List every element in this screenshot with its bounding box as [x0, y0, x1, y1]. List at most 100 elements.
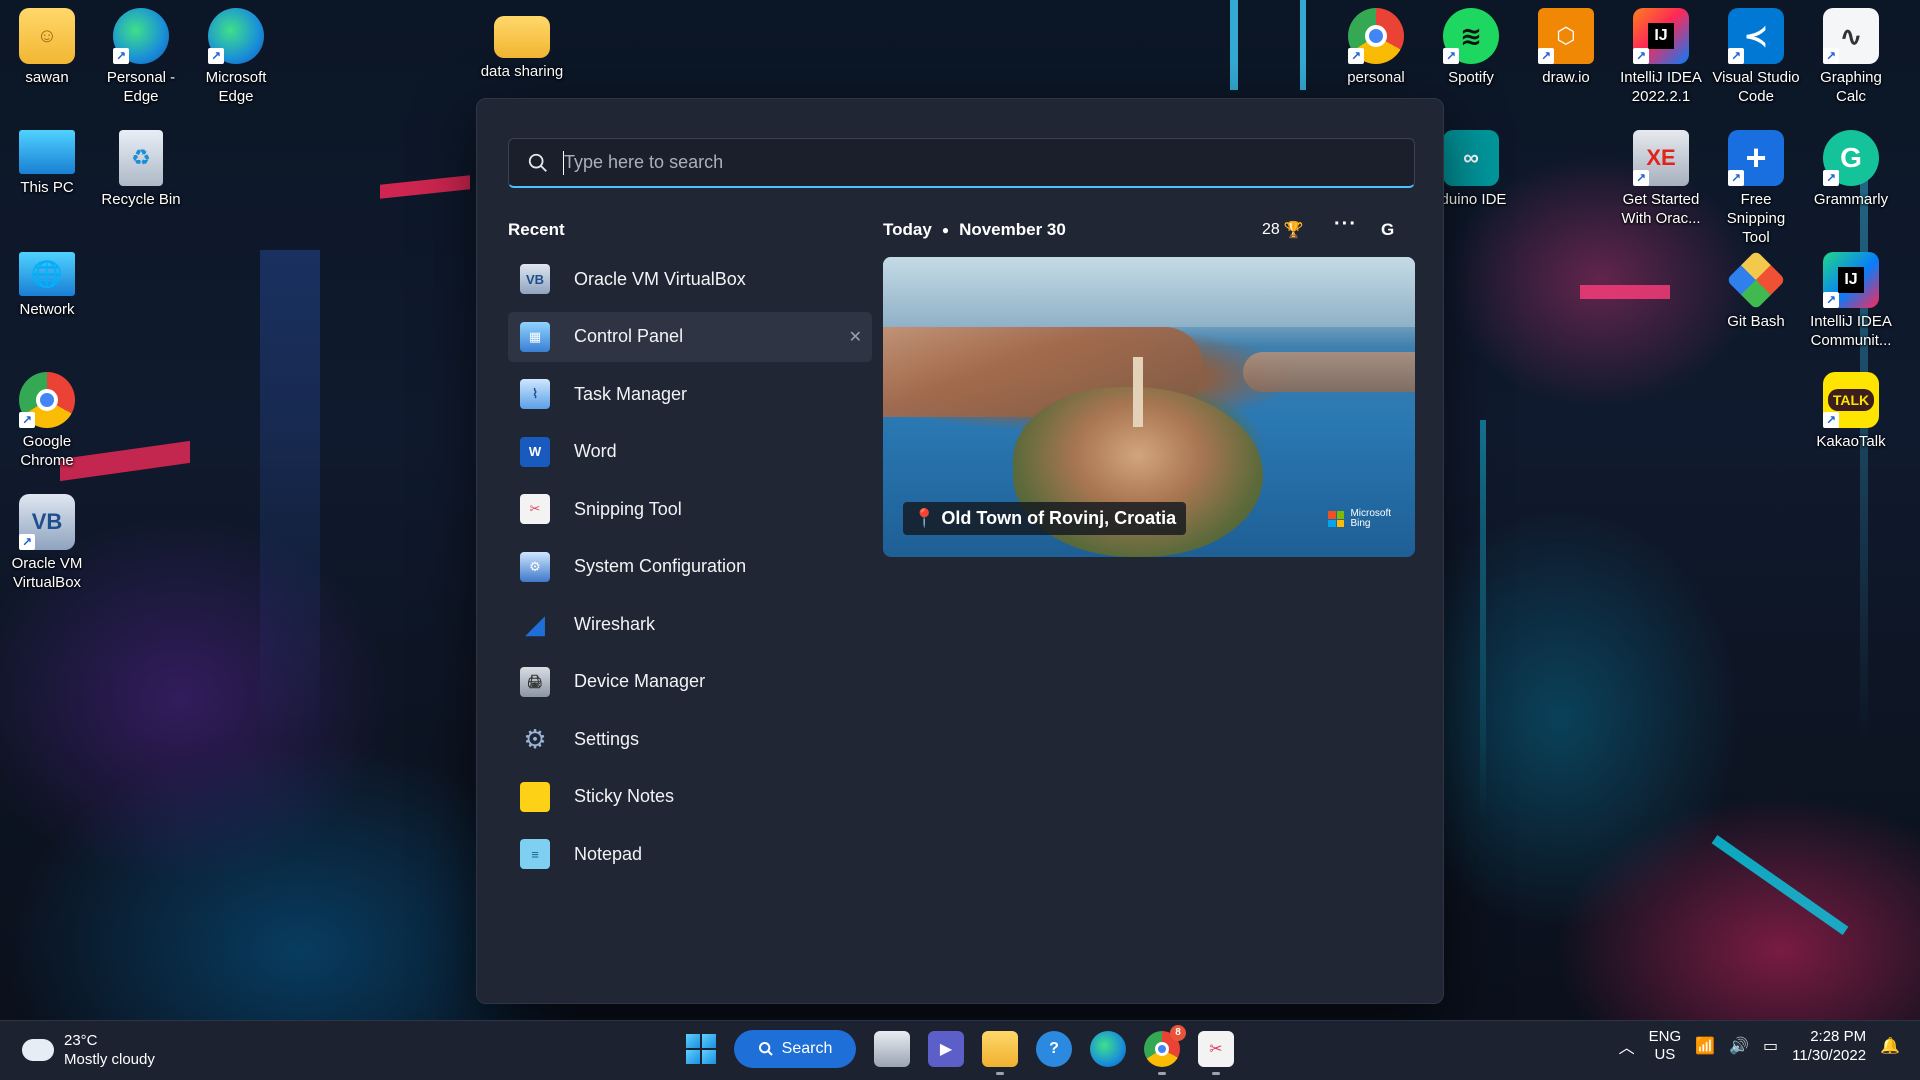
- account-button[interactable]: G: [1381, 220, 1394, 240]
- rewards-points[interactable]: 28 🏆: [1262, 220, 1304, 240]
- desktop-icon-kakaotalk[interactable]: TALK ↗ KakaoTalk: [1806, 372, 1896, 451]
- desktop-icon-graphing-calc[interactable]: ∿ ↗ Graphing Calc: [1806, 8, 1896, 106]
- search-box[interactable]: [508, 138, 1415, 188]
- microsoft-bing-logo: Microsoft Bing: [1328, 509, 1391, 529]
- chrome-icon[interactable]: 8: [1144, 1025, 1186, 1075]
- card-image-tower: [1133, 357, 1143, 427]
- desktop-icon-this-pc[interactable]: This PC: [2, 130, 92, 197]
- desktop-icon-intellij-2022[interactable]: IJ ↗ IntelliJ IDEA 2022.2.1: [1616, 8, 1706, 106]
- spotify-icon: ≋ ↗: [1443, 8, 1499, 64]
- search-input[interactable]: [564, 152, 1384, 173]
- grammarly-icon: G ↗: [1823, 130, 1879, 186]
- recycle-bin-icon: ♻: [119, 130, 163, 186]
- notification-badge: 8: [1170, 1025, 1186, 1041]
- recent-item-settings[interactable]: ⚙ Settings: [508, 714, 872, 764]
- taskbar-apps: Search ▶ ? 8 ✂: [686, 1025, 1234, 1075]
- card-image-shore: [1243, 352, 1415, 392]
- file-explorer-icon[interactable]: [982, 1031, 1018, 1075]
- desktop-icon-google-chrome[interactable]: ↗ Google Chrome: [2, 372, 92, 470]
- cloudy-weather-icon: [22, 1031, 54, 1061]
- microsoft-logo-icon: [1328, 511, 1345, 527]
- chrome-icon: ↗: [1348, 8, 1404, 64]
- bing-image-card[interactable]: 📍 Old Town of Rovinj, Croatia Microsoft …: [883, 257, 1415, 557]
- input-language[interactable]: ENG US: [1649, 1028, 1682, 1064]
- location-pin-icon: 📍: [913, 508, 936, 528]
- desktop-icon-drawio[interactable]: ⬡ ↗ draw.io: [1521, 8, 1611, 87]
- edge-icon: ↗: [113, 8, 169, 64]
- snipping-tool-icon[interactable]: ✂: [1198, 1031, 1234, 1075]
- wallpaper-glow: [260, 250, 320, 750]
- desktop-icon-spotify[interactable]: ≋ ↗ Spotify: [1426, 8, 1516, 87]
- wifi-icon[interactable]: 📶: [1695, 1036, 1715, 1056]
- wallpaper-neon-beam: [1300, 0, 1306, 90]
- recent-item-control-panel[interactable]: ▦ Control Panel ✕: [508, 311, 872, 362]
- notepad-icon: ≡: [520, 839, 550, 869]
- recent-item-snipping-tool[interactable]: ✂ Snipping Tool: [508, 484, 872, 534]
- battery-icon[interactable]: ▭: [1763, 1036, 1778, 1056]
- close-icon[interactable]: ✕: [849, 327, 862, 347]
- separator-dot: ●: [941, 223, 950, 237]
- clock[interactable]: 2:28 PM 11/30/2022: [1792, 1027, 1866, 1065]
- trophy-icon: 🏆: [1283, 222, 1304, 239]
- teams-chat-icon[interactable]: ▶: [928, 1031, 964, 1067]
- search-icon: [528, 153, 547, 172]
- recent-item-system-configuration[interactable]: ⚙ System Configuration: [508, 542, 872, 592]
- sticky-notes-icon: [520, 781, 550, 812]
- desktop-icon-personal-edge[interactable]: ↗ Personal - Edge: [96, 8, 186, 106]
- recent-item-oracle-vm-virtualbox[interactable]: VB Oracle VM VirtualBox: [508, 254, 872, 304]
- desktop-icon-personal-chrome[interactable]: ↗ personal: [1331, 8, 1421, 87]
- desktop-icon-microsoft-edge[interactable]: ↗ Microsoft Edge: [191, 8, 281, 106]
- windows-start-icon[interactable]: [686, 1034, 716, 1064]
- desktop-icon-grammarly[interactable]: G ↗ Grammarly: [1806, 130, 1896, 209]
- taskbar-search-button[interactable]: Search: [734, 1030, 856, 1068]
- desktop-icon-data-sharing[interactable]: data sharing: [477, 8, 567, 81]
- recent-item-sticky-notes[interactable]: Sticky Notes: [508, 772, 872, 822]
- settings-gear-icon: ⚙: [523, 723, 547, 754]
- virtualbox-icon: VB: [520, 264, 550, 294]
- task-manager-icon: ⌇: [520, 379, 550, 409]
- task-view-icon[interactable]: [874, 1031, 910, 1067]
- volume-icon[interactable]: 🔊: [1729, 1036, 1749, 1056]
- arduino-icon: ∞: [1443, 130, 1499, 186]
- desktop-icon-oracle-virtualbox[interactable]: VB ↗ Oracle VM VirtualBox: [2, 494, 92, 592]
- virtualbox-icon: VB ↗: [19, 494, 75, 550]
- today-header: Today ● November 30: [883, 220, 1066, 239]
- chrome-icon: ↗: [19, 372, 75, 428]
- vscode-icon: ≺ ↗: [1728, 8, 1784, 64]
- card-image-sky: [883, 257, 1415, 327]
- oracle-db-icon: XE ↗: [1633, 130, 1689, 186]
- taskbar: 23°C Mostly cloudy Search ▶ ? 8 ✂ ︿ ENG …: [0, 1020, 1920, 1080]
- wallpaper-neon-beam: [1711, 835, 1849, 935]
- recent-item-word[interactable]: W Word: [508, 427, 872, 477]
- weather-widget[interactable]: 23°C Mostly cloudy: [22, 1031, 155, 1069]
- desktop-icon-oracle-db[interactable]: XE ↗ Get Started With Orac...: [1616, 130, 1706, 228]
- device-manager-icon: 🖨: [520, 666, 550, 697]
- search-flyout-panel: Recent VB Oracle VM VirtualBox ▦ Control…: [476, 98, 1444, 1004]
- notifications-icon[interactable]: 🔔: [1880, 1036, 1900, 1056]
- card-caption[interactable]: 📍 Old Town of Rovinj, Croatia: [903, 502, 1187, 535]
- desktop-icon-sawan[interactable]: ☺ sawan: [2, 8, 92, 87]
- desktop-icon-git-bash[interactable]: Git Bash: [1711, 250, 1801, 331]
- desktop-icon-free-snipping-tool[interactable]: + ↗ Free Snipping Tool: [1711, 130, 1801, 247]
- control-panel-icon: ▦: [520, 321, 550, 352]
- edge-icon[interactable]: [1090, 1031, 1126, 1067]
- intellij-icon: IJ ↗: [1823, 252, 1879, 308]
- wallpaper-neon-sign: [1580, 285, 1670, 299]
- desktop-icon-vscode[interactable]: ≺ ↗ Visual Studio Code: [1711, 8, 1801, 106]
- user-folder-icon: ☺: [19, 8, 75, 64]
- intellij-icon: IJ ↗: [1633, 8, 1689, 64]
- recent-item-notepad[interactable]: ≡ Notepad: [508, 829, 872, 879]
- more-options-button[interactable]: ···: [1334, 213, 1357, 236]
- graphing-calc-icon: ∿ ↗: [1823, 8, 1879, 64]
- desktop-icon-network[interactable]: 🌐 Network: [2, 252, 92, 319]
- recent-item-device-manager[interactable]: 🖨 Device Manager: [508, 657, 872, 707]
- edge-icon: ↗: [208, 8, 264, 64]
- chevron-up-icon[interactable]: ︿: [1619, 1034, 1635, 1058]
- word-icon: W: [520, 436, 550, 467]
- get-help-icon[interactable]: ?: [1036, 1031, 1072, 1067]
- recent-item-task-manager[interactable]: ⌇ Task Manager: [508, 369, 872, 419]
- desktop-icon-intellij-community[interactable]: IJ ↗ IntelliJ IDEA Communit...: [1806, 252, 1896, 350]
- recent-item-wireshark[interactable]: ◢ Wireshark: [508, 599, 872, 649]
- desktop-icon-recycle-bin[interactable]: ♻ Recycle Bin: [96, 130, 186, 209]
- snipping-tool-icon: ✂: [520, 494, 550, 524]
